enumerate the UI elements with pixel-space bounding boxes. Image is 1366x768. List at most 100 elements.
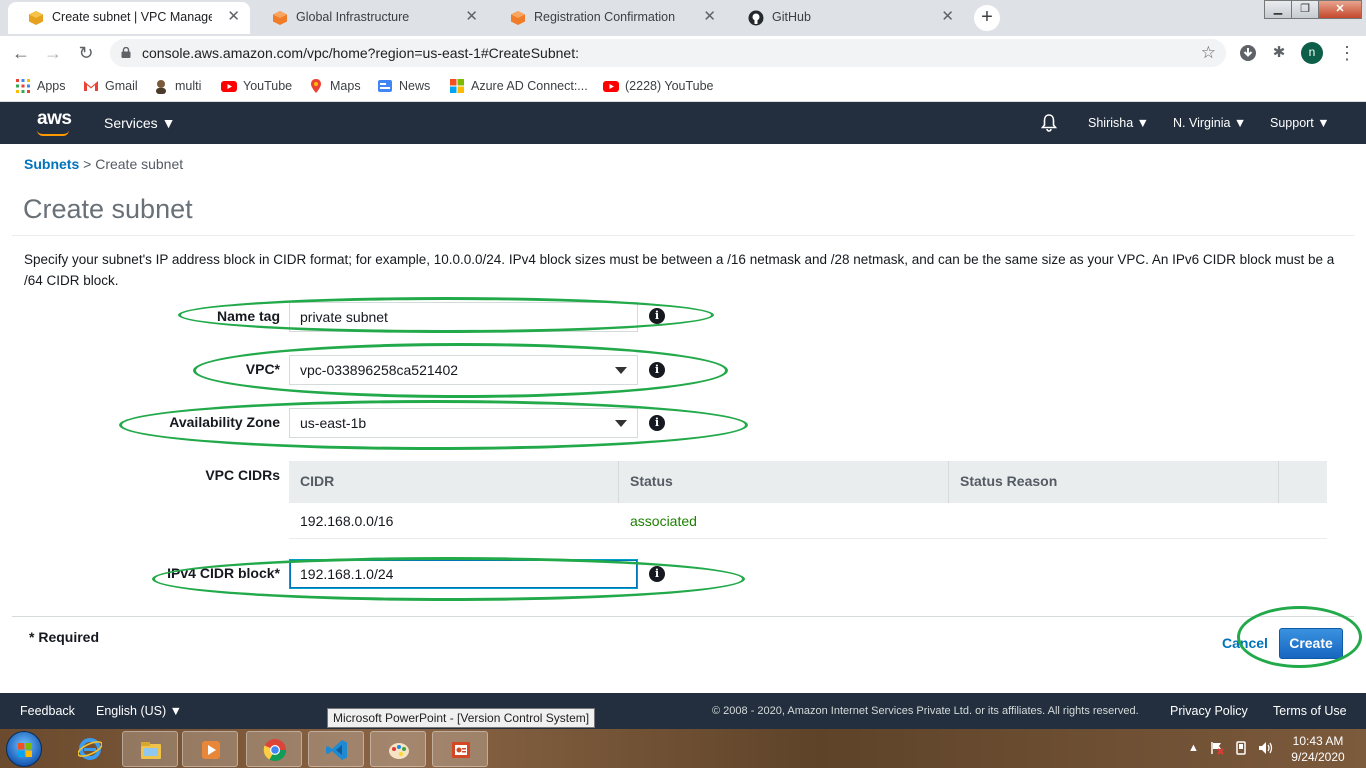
profile-avatar[interactable]: n (1301, 42, 1323, 64)
name-tag-input[interactable] (289, 302, 638, 332)
caret-down-icon: ▼ (169, 704, 183, 718)
services-label: Services (104, 115, 158, 131)
internet-explorer-icon[interactable] (62, 731, 118, 767)
terms-of-use-link[interactable]: Terms of Use (1273, 693, 1347, 729)
bookmark-label: Gmail (105, 79, 138, 93)
tab-title: GitHub (772, 10, 811, 24)
multi-icon (156, 80, 166, 94)
tab-create-subnet[interactable]: Create subnet | VPC Managemen ✕ (8, 2, 250, 34)
aws-logo[interactable]: aws (37, 108, 72, 130)
bookmark-youtube-2228[interactable]: (2228) YouTube (603, 76, 714, 96)
page-title: Create subnet (23, 194, 193, 224)
chrome-icon[interactable] (246, 731, 302, 767)
aws-smile-icon (37, 130, 69, 136)
privacy-policy-link[interactable]: Privacy Policy (1170, 693, 1248, 729)
form-divider (12, 616, 1354, 617)
caret-down-icon: ▼ (161, 115, 176, 131)
region-menu[interactable]: N. Virginia ▼ (1173, 102, 1246, 144)
close-tab-icon[interactable]: ✕ (465, 2, 478, 32)
close-tab-icon[interactable]: ✕ (703, 2, 716, 32)
browser-toolbar: ← → ↻ console.aws.amazon.com/vpc/home?re… (0, 36, 1366, 70)
minimize-icon[interactable]: ▁ (1264, 0, 1292, 19)
address-bar[interactable]: console.aws.amazon.com/vpc/home?region=u… (110, 39, 1226, 67)
availability-zone-label: Availability Zone (169, 414, 280, 430)
breadcrumb-separator: > (83, 156, 92, 172)
bookmark-news[interactable]: News (377, 76, 430, 96)
paint-icon[interactable] (370, 731, 426, 767)
file-explorer-icon[interactable] (122, 731, 178, 767)
tab-registration-confirmation[interactable]: Registration Confirmation ✕ (490, 2, 726, 34)
tab-global-infrastructure[interactable]: Global Infrastructure ✕ (252, 2, 488, 34)
bookmark-label: Maps (330, 79, 361, 93)
reload-icon[interactable]: ↻ (73, 40, 99, 66)
vpc-info-icon[interactable]: i (649, 362, 665, 378)
column-header-status-reason: Status Reason (949, 461, 1279, 503)
media-player-icon[interactable] (182, 731, 238, 767)
tab-github[interactable]: GitHub ✕ (728, 2, 964, 34)
chrome-menu-icon[interactable]: ⋮ (1338, 40, 1356, 66)
maps-icon (311, 79, 321, 93)
name-tag-label: Name tag (216, 308, 280, 324)
aws-footer: Feedback English (US) ▼ © 2008 - 2020, A… (0, 693, 1366, 729)
notifications-bell-icon[interactable] (1041, 114, 1057, 132)
back-icon[interactable]: ← (8, 40, 34, 66)
feedback-link[interactable]: Feedback (20, 693, 75, 729)
device-icon[interactable] (1234, 729, 1248, 768)
name-tag-info-icon[interactable]: i (649, 308, 665, 324)
show-hidden-icons[interactable]: ▲ (1188, 729, 1199, 768)
bookmark-azure-ad-connect[interactable]: Azure AD Connect:... (449, 76, 588, 96)
bookmark-apps[interactable]: Apps (15, 76, 66, 96)
clock-date: 9/24/2020 (1291, 750, 1345, 764)
apps-grid-icon (16, 79, 30, 93)
tab-title: Create subnet | VPC Managemen (52, 10, 212, 24)
ipv4-cidr-info-icon[interactable]: i (649, 566, 665, 582)
support-menu[interactable]: Support ▼ (1270, 102, 1330, 144)
vpc-cidrs-table: CIDR Status Status Reason 192.168.0.0/16… (289, 461, 1327, 539)
vpc-cidrs-label: VPC CIDRs (205, 467, 280, 483)
language-label: English (US) (96, 704, 167, 718)
availability-zone-select[interactable]: us-east-1b (289, 408, 638, 438)
close-tab-icon[interactable]: ✕ (227, 2, 240, 32)
aws-cube-icon (273, 11, 287, 25)
maximize-icon[interactable]: ❐ (1291, 0, 1319, 19)
github-icon (748, 10, 764, 26)
cancel-button[interactable]: Cancel (1222, 635, 1268, 651)
download-icon[interactable] (1237, 42, 1259, 64)
bookmark-label: News (399, 79, 431, 93)
bookmark-maps[interactable]: Maps (308, 76, 361, 96)
bookmark-label: multi (175, 79, 202, 93)
bookmark-youtube[interactable]: YouTube (221, 76, 292, 96)
region-label: N. Virginia (1173, 116, 1231, 130)
availability-zone-value: us-east-1b (300, 415, 367, 431)
page-description: Specify your subnet's IP address block i… (24, 252, 1335, 288)
services-menu[interactable]: Services ▼ (104, 102, 175, 144)
bookmark-label: YouTube (243, 79, 293, 93)
vscode-icon[interactable] (308, 731, 364, 767)
availability-zone-info-icon[interactable]: i (649, 415, 665, 431)
system-clock[interactable]: 10:43 AM 9/24/2020 (1283, 733, 1353, 765)
window-close-icon[interactable]: ✕ (1318, 0, 1362, 19)
breadcrumb-subnets-link[interactable]: Subnets (24, 156, 79, 172)
bookmark-star-icon[interactable]: ☆ (1201, 39, 1216, 67)
new-tab-button[interactable]: + (974, 5, 1000, 31)
bookmark-multi[interactable]: multi (153, 76, 201, 96)
powerpoint-icon[interactable] (432, 731, 488, 767)
bookmark-gmail[interactable]: Gmail (83, 76, 138, 96)
language-menu[interactable]: English (US) ▼ (96, 693, 182, 729)
account-menu[interactable]: Shirisha ▼ (1088, 102, 1149, 144)
close-tab-icon[interactable]: ✕ (941, 2, 954, 32)
action-center-flag-icon[interactable] (1210, 729, 1224, 768)
vpc-select-value: vpc-033896258ca521402 (300, 362, 459, 378)
window-controls: ▁ ❐ ✕ (1264, 0, 1362, 20)
caret-down-icon (615, 367, 627, 374)
forward-icon[interactable]: → (40, 40, 66, 66)
vpc-select[interactable]: vpc-033896258ca521402 (289, 355, 638, 385)
aws-navbar: aws Services ▼ Shirisha ▼ N. Virginia ▼ … (0, 102, 1366, 144)
caret-down-icon: ▼ (1317, 116, 1330, 130)
table-row: 192.168.0.0/16 associated (289, 503, 1327, 539)
start-button[interactable] (6, 731, 42, 767)
ipv4-cidr-input[interactable] (289, 559, 638, 589)
volume-icon[interactable] (1258, 729, 1274, 768)
create-button[interactable]: Create (1279, 628, 1343, 659)
extensions-puzzle-icon[interactable]: ✱ (1268, 42, 1290, 64)
